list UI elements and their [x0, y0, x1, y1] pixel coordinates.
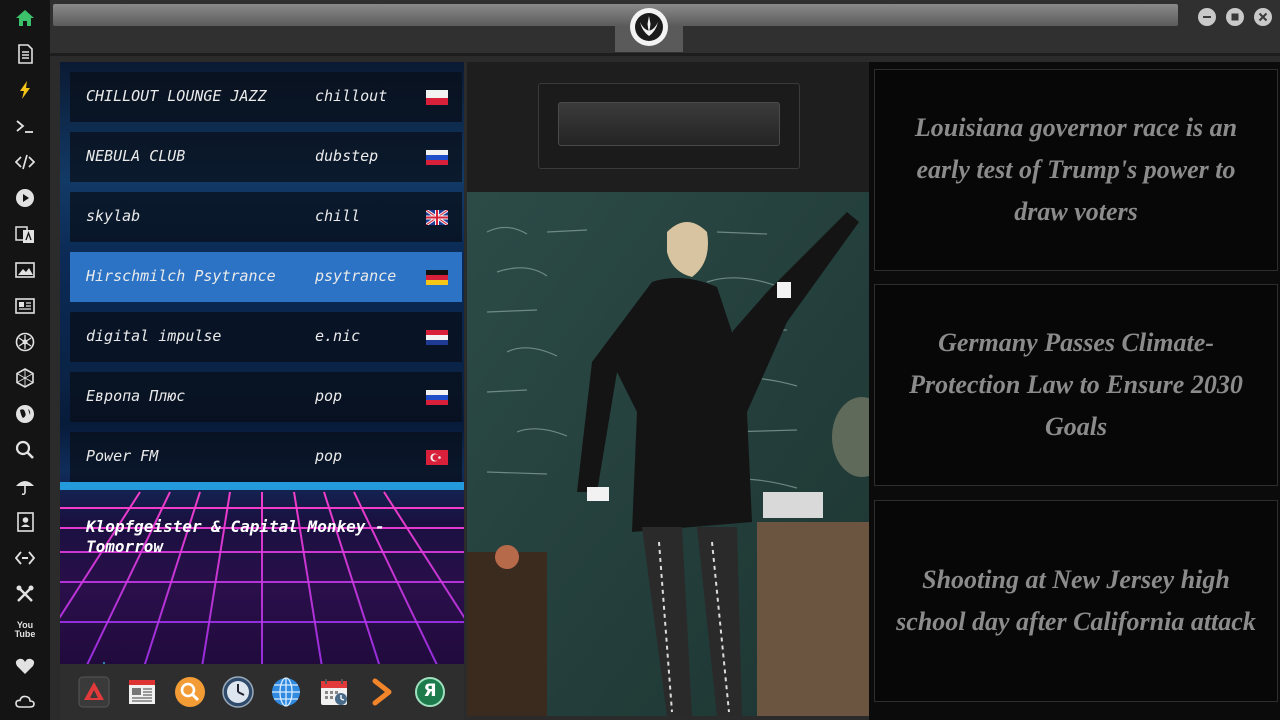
station-name: NEBULA CLUB — [86, 147, 186, 165]
flag-germany-icon — [426, 270, 448, 285]
news-headline[interactable]: Louisiana governor race is an early test… — [889, 107, 1263, 233]
rebel-icon[interactable] — [13, 330, 37, 354]
news-icon[interactable] — [13, 294, 37, 318]
umbrella-icon[interactable] — [13, 474, 37, 498]
contacts-icon[interactable] — [13, 510, 37, 534]
flag-turkey-icon — [426, 450, 448, 465]
station-row[interactable]: Power FM pop — [70, 432, 462, 482]
close-button[interactable] — [1254, 8, 1272, 26]
station-name: CHILLOUT LOUNGE JAZZ — [86, 87, 267, 105]
news-card[interactable]: Shooting at New Jersey high school day a… — [874, 500, 1278, 702]
clock-icon[interactable] — [222, 676, 254, 708]
rebel-logo-icon[interactable] — [630, 8, 668, 46]
heart-icon[interactable] — [13, 654, 37, 678]
home-icon[interactable] — [13, 6, 37, 30]
station-genre: chill — [315, 207, 361, 225]
flag-russia-icon — [426, 390, 448, 405]
station-name: Hirschmilch Psytrance — [86, 267, 276, 285]
news-card[interactable]: Germany Passes Climate-Protection Law to… — [874, 284, 1278, 486]
terminal-icon[interactable] — [13, 114, 37, 138]
station-row[interactable]: Европа Плюс pop — [70, 372, 462, 422]
search-app-icon[interactable] — [174, 676, 206, 708]
news-card[interactable]: Louisiana governor race is an early test… — [874, 69, 1278, 271]
radio-panel: CHILLOUT LOUNGE JAZZ chillout NEBULA CLU… — [60, 62, 464, 720]
tools-icon[interactable] — [13, 582, 37, 606]
desktop: You Tube CHILLOUT LOUNGE JAZZ chillout N… — [0, 0, 1280, 720]
app-dock: Я — [60, 664, 464, 720]
yandex-letter: Я — [423, 681, 437, 701]
station-genre: dubstep — [315, 147, 379, 165]
station-name: Power FM — [86, 447, 159, 465]
station-genre: e.nic — [315, 327, 361, 345]
minimize-button[interactable] — [1198, 8, 1216, 26]
flag-croatia-icon — [426, 330, 448, 345]
code-icon[interactable] — [13, 150, 37, 174]
globe-icon[interactable] — [13, 402, 37, 426]
station-name: digital impulse — [86, 327, 222, 345]
flag-uk-icon — [426, 210, 448, 225]
flag-poland-icon — [426, 90, 448, 105]
youtube-icon[interactable]: You Tube — [13, 618, 37, 642]
app-launcher-icon[interactable] — [78, 676, 110, 708]
document-icon[interactable] — [13, 42, 37, 66]
news-reader-icon[interactable] — [126, 676, 158, 708]
wallpaper-photo — [467, 192, 869, 716]
left-sidebar: You Tube — [0, 0, 50, 720]
news-headline[interactable]: Shooting at New Jersey high school day a… — [889, 559, 1263, 643]
maximize-button[interactable] — [1226, 8, 1244, 26]
top-bar — [50, 0, 1280, 56]
yandex-icon[interactable]: Я — [414, 676, 446, 708]
lightning-icon[interactable] — [13, 78, 37, 102]
forward-arrow-icon[interactable] — [366, 676, 398, 708]
now-playing-track: Klopfgeister & Capital Monkey - Tomorrow — [86, 517, 385, 556]
station-genre: chillout — [315, 87, 388, 105]
top-search-bar[interactable] — [53, 4, 1178, 26]
news-headline[interactable]: Germany Passes Climate-Protection Law to… — [889, 322, 1263, 448]
station-row[interactable]: NEBULA CLUB dubstep — [70, 132, 462, 182]
youtube-text: You Tube — [14, 620, 36, 639]
browser-globe-icon[interactable] — [270, 676, 302, 708]
station-row[interactable]: skylab chill — [70, 192, 462, 242]
station-name: Европа Плюс — [86, 387, 186, 405]
translate-icon[interactable] — [13, 222, 37, 246]
widget-input[interactable] — [558, 102, 780, 146]
calendar-icon[interactable] — [318, 676, 350, 708]
hexagon-icon[interactable] — [13, 366, 37, 390]
image-icon[interactable] — [13, 258, 37, 282]
station-row-active[interactable]: Hirschmilch Psytrance psytrance — [70, 252, 462, 302]
cloud-icon[interactable] — [13, 690, 37, 714]
station-genre: psytrance — [315, 267, 397, 285]
station-genre: pop — [315, 387, 343, 405]
station-genre: pop — [315, 447, 343, 465]
play-icon[interactable] — [13, 186, 37, 210]
link-icon[interactable] — [13, 546, 37, 570]
station-row[interactable]: digital impulse e.nic — [70, 312, 462, 362]
search-icon[interactable] — [13, 438, 37, 462]
station-name: skylab — [86, 207, 141, 225]
flag-russia-icon — [426, 150, 448, 165]
station-row[interactable]: CHILLOUT LOUNGE JAZZ chillout — [70, 72, 462, 122]
